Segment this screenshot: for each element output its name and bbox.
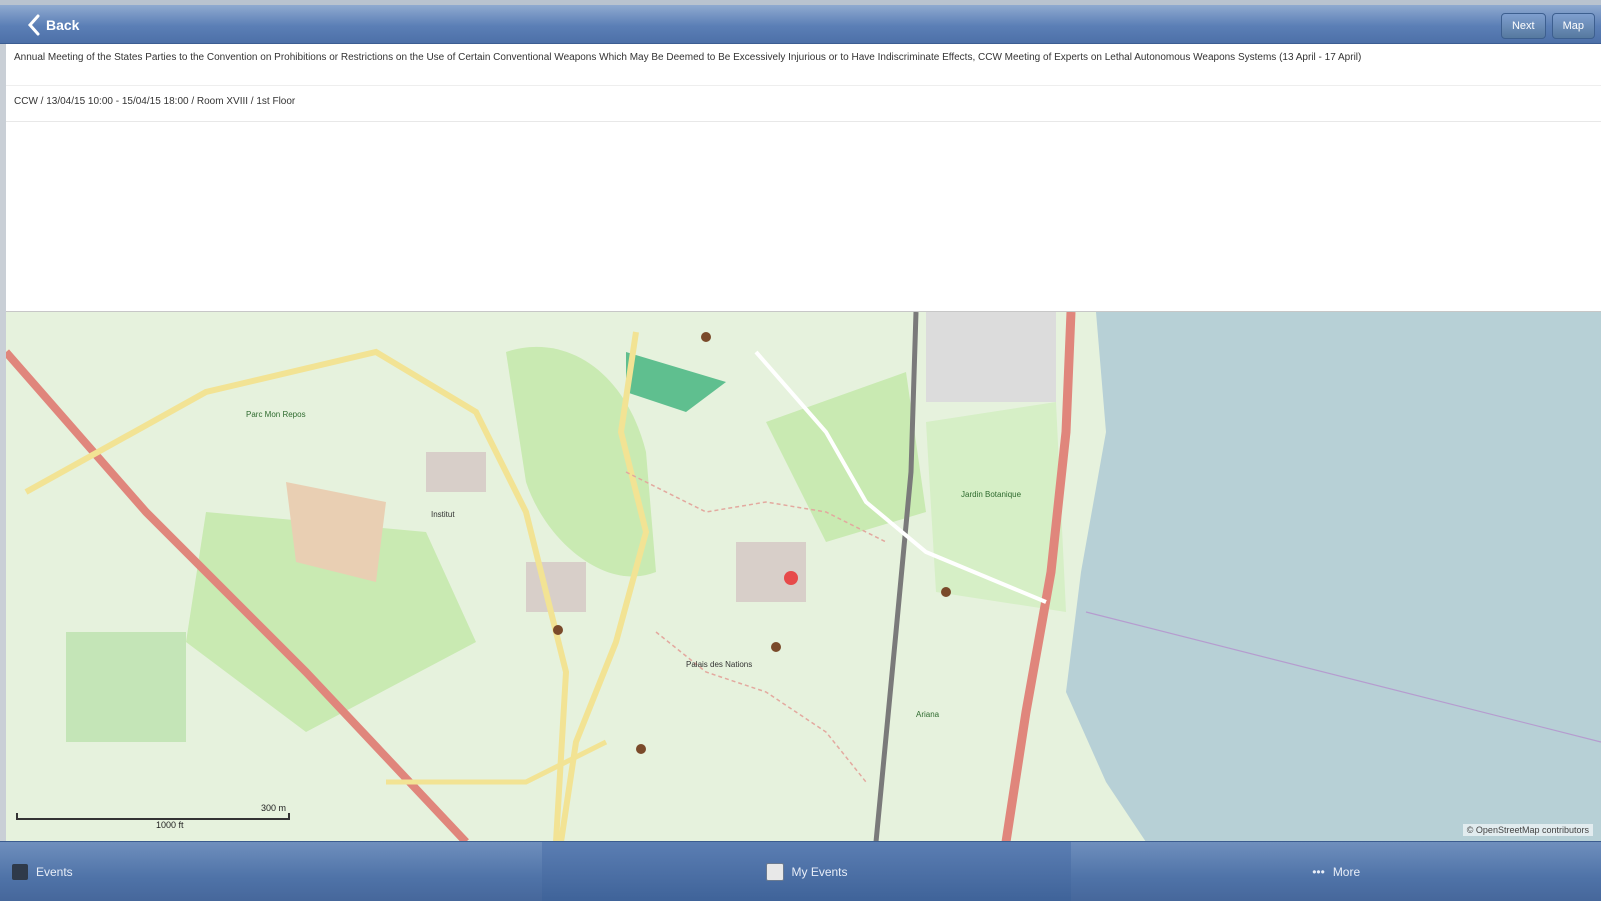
tab-events-label: Events	[36, 864, 73, 879]
tab-my-events[interactable]: My Events	[541, 842, 1072, 901]
top-toolbar: Back Next Map	[0, 0, 1601, 44]
building	[426, 452, 486, 492]
chevron-left-icon	[27, 14, 40, 36]
poi-marker	[636, 744, 646, 754]
poi-marker	[941, 587, 951, 597]
tab-more-label: More	[1332, 864, 1361, 879]
map-label: Parc Mon Repos	[246, 410, 306, 419]
map-label: Ariana	[916, 710, 940, 719]
document-icon	[765, 862, 784, 881]
tab-bar: Events My Events ••• More	[0, 841, 1601, 901]
meeting-title: Annual Meeting of the States Parties to …	[6, 44, 1601, 86]
building	[526, 562, 586, 612]
map-label: Institut	[431, 510, 455, 519]
allotments	[66, 632, 186, 742]
scale-label-imperial: 1000 ft	[156, 820, 184, 830]
calendar-icon	[12, 863, 28, 880]
lake	[1066, 312, 1601, 842]
poi-marker	[701, 332, 711, 342]
map-label: Palais des Nations	[686, 660, 752, 669]
scale-label-metric: 300 m	[260, 803, 286, 813]
nav-buttons: Next Map	[1500, 13, 1595, 39]
map-scale: 300 m 1000 ft	[16, 803, 290, 830]
poi-marker	[771, 642, 781, 652]
back-button-label: Back	[46, 17, 80, 33]
map-button[interactable]: Map	[1551, 13, 1595, 39]
meeting-details: CCW / 13/04/15 10:00 - 15/04/15 18:00 / …	[6, 86, 1601, 122]
tab-more[interactable]: ••• More	[1071, 842, 1601, 901]
map-attribution[interactable]: © OpenStreetMap contributors	[1462, 824, 1593, 836]
tab-my-events-label: My Events	[791, 864, 848, 879]
location-marker[interactable]	[784, 571, 798, 585]
map-canvas[interactable]: Jardin Botanique Parc Mon Repos Palais d…	[6, 312, 1601, 842]
location-map[interactable]: Jardin Botanique Parc Mon Repos Palais d…	[6, 311, 1601, 842]
scale-bar	[16, 813, 290, 820]
map-label: Jardin Botanique	[961, 490, 1022, 499]
more-dots-icon: •••	[1312, 864, 1325, 879]
next-button[interactable]: Next	[1500, 13, 1546, 39]
building	[736, 542, 806, 602]
building-block	[926, 312, 1056, 402]
poi-marker	[553, 625, 563, 635]
back-button[interactable]: Back	[26, 11, 79, 39]
tab-events[interactable]: Events	[0, 842, 542, 901]
